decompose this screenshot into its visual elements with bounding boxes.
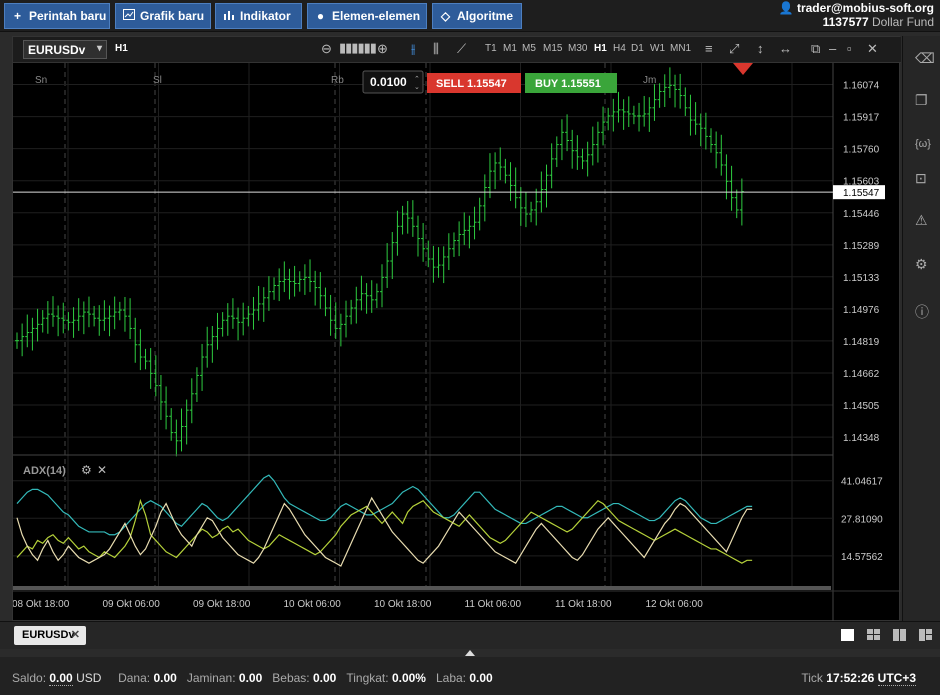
plus-di-line (16, 474, 753, 536)
account-summary: Saldo: 0.00 USD Dana: 0.00 Jaminan: 0.00… (12, 671, 493, 686)
close-icon[interactable]: ✕ (867, 41, 878, 57)
timezone-select[interactable]: UTC+3 (877, 671, 916, 686)
chart-tab-bar: EURUSDv ✕ (0, 621, 940, 649)
zoom-slider[interactable]: ▮▮▮▮▮▮ (339, 40, 377, 56)
symbol-select[interactable]: EURUSDv ▾ (23, 40, 107, 59)
time-tick-label: 10 Okt 18:00 (374, 599, 432, 610)
autoscroll-icon[interactable]: ⤢ (729, 41, 739, 57)
time-tick-label: 09 Okt 18:00 (193, 599, 251, 610)
copy-icon[interactable]: ❐ (915, 92, 928, 109)
tab-timeframe-h4[interactable]: H4 (613, 43, 626, 54)
price-tick-label: 1.14348 (843, 433, 880, 444)
time-tick-label: 11 Okt 18:00 (555, 599, 612, 610)
gear-icon[interactable]: ⚙ (915, 256, 928, 273)
time-tick-label: 12 Okt 06:00 (646, 599, 704, 610)
price-tick-label: 1.14505 (843, 401, 880, 412)
period-label: H1 (115, 43, 128, 54)
minimize-icon[interactable]: – (829, 41, 836, 56)
diamond-icon: ◇ (440, 9, 451, 23)
zoom-out-icon[interactable]: ⊖ (321, 41, 332, 57)
lot-value: 0.0100 (370, 75, 407, 89)
price-tick-label: 1.14662 (843, 369, 880, 380)
time-tick-label: 08 Okt 18:00 (13, 599, 70, 610)
indicator-tick-label: 27.81090 (841, 514, 883, 525)
line-chart-type-icon[interactable]: ⟋ (457, 41, 466, 57)
lot-up-icon: ⌃ (414, 75, 420, 83)
warning-icon[interactable]: ⚠ (915, 212, 928, 229)
script-icon[interactable]: {ω} (915, 138, 931, 150)
bars-icon (222, 9, 235, 23)
tab-timeframe-mn1[interactable]: MN1 (670, 43, 691, 54)
indicator-menu-icon[interactable]: ≡ (705, 41, 713, 56)
price-tick-label: 1.15289 (843, 241, 880, 252)
elements-button[interactable]: ● Elemen-elemen (307, 3, 427, 29)
expand-panel-icon[interactable] (465, 650, 475, 656)
price-tick-label: 1.14976 (843, 305, 880, 316)
top-toolbar: + Perintah baru Grafik baru Indikator ● El… (0, 0, 940, 32)
sell-button-label: SELL 1.15547 (436, 78, 507, 90)
indicator-name: ADX(14) (23, 465, 66, 477)
zoom-in-icon[interactable]: ⊕ (377, 41, 388, 57)
price-tick-label: 1.15133 (843, 273, 880, 284)
indicator-button[interactable]: Indikator (215, 3, 302, 29)
maximize-icon[interactable]: ▫ (847, 41, 852, 56)
tab-timeframe-t1[interactable]: T1 (485, 43, 497, 54)
bar-chart-type-icon[interactable]: ⫲ (411, 41, 415, 57)
last-bar-marker-icon (733, 63, 753, 75)
time-tick-label: 10 Okt 06:00 (284, 599, 342, 610)
info-icon[interactable]: ⓘ (915, 302, 929, 322)
terminal-icon[interactable]: ⊡ (915, 170, 927, 187)
right-sidebar: ⌫ ❐ {ω} ⊡ ⚠ ⚙ ⓘ (902, 36, 940, 621)
tab-timeframe-m5[interactable]: M5 (522, 43, 536, 54)
server-clock: Tick 17:52:26 UTC+3 (801, 671, 916, 686)
indicator-tick-label: 14.57562 (841, 552, 883, 563)
horizontal-scale-icon[interactable]: ↔ (779, 41, 792, 56)
plus-icon: + (13, 9, 21, 23)
price-tick-label: 1.15760 (843, 145, 880, 156)
algorithm-button[interactable]: ◇ Algoritme (432, 3, 522, 29)
balance-value: 0.00 (49, 671, 73, 686)
current-price-label: 1.15547 (843, 188, 880, 199)
new-chart-button[interactable]: Grafik baru (115, 3, 211, 29)
time-tick-label: 09 Okt 06:00 (103, 599, 161, 610)
tab-timeframe-w1[interactable]: W1 (650, 43, 665, 54)
lot-down-icon: ⌄ (414, 84, 420, 91)
tab-timeframe-m15[interactable]: M15 (543, 43, 562, 54)
eraser-icon[interactable]: ⌫ (915, 50, 935, 67)
tab-timeframe-m30[interactable]: M30 (568, 43, 587, 54)
minus-di-line (16, 498, 753, 564)
status-bar: Saldo: 0.00 USD Dana: 0.00 Jaminan: 0.00… (0, 657, 940, 695)
tab-eurusdv[interactable]: EURUSDv ✕ (14, 626, 86, 645)
indicator-tick-label: 41.04617 (841, 477, 883, 488)
chevron-down-icon: ▾ (96, 43, 102, 54)
price-tick-label: 1.15446 (843, 209, 880, 220)
new-order-button[interactable]: + Perintah baru (4, 3, 110, 29)
indicator-settings-icon: ⚙ (81, 463, 92, 477)
elements-icon: ● (316, 9, 325, 23)
tab-timeframe-d1[interactable]: D1 (631, 43, 644, 54)
price-tick-label: 1.15917 (843, 113, 880, 124)
layout-grid-icon[interactable] (866, 628, 882, 642)
buy-button-label: BUY 1.15551 (535, 78, 601, 90)
candle-chart-type-icon[interactable]: ⫼ (433, 41, 439, 57)
tab-timeframe-h1[interactable]: H1 (594, 43, 607, 54)
close-tab-icon[interactable]: ✕ (71, 628, 80, 641)
account-info[interactable]: 👤 trader@mobius-soft.org 1137577 Dollar … (779, 1, 934, 29)
chart-icon (122, 9, 135, 23)
user-icon: 👤 (778, 1, 794, 15)
chart-window: EURUSDv ▾ H1 ⊖ ▮▮▮▮▮▮ ⊕ ⫲ ⫼ ⟋ T1 M1 M5 M15 M3… (12, 36, 901, 622)
layout-columns-icon[interactable] (892, 628, 908, 642)
tab-timeframe-m1[interactable]: M1 (503, 43, 517, 54)
time-tick-label: 11 Okt 06:00 (465, 599, 522, 610)
horizontal-scrollbar[interactable] (13, 586, 831, 590)
indicator-close-icon: ✕ (97, 463, 107, 477)
price-tick-label: 1.16074 (843, 81, 880, 92)
detach-icon[interactable]: ⧉ (811, 41, 820, 57)
price-tick-label: 1.14819 (843, 337, 880, 348)
chart-toolbar: EURUSDv ▾ H1 ⊖ ▮▮▮▮▮▮ ⊕ ⫲ ⫼ ⟋ T1 M1 M5 M15 M3… (13, 37, 901, 63)
layout-single-icon[interactable] (840, 628, 856, 642)
chart-plot[interactable]: Sn Sl Rb Jm1.160741.159171.157601.156031.15… (13, 63, 901, 622)
vertical-scale-icon[interactable]: ↕ (757, 41, 764, 56)
layout-split-icon[interactable] (918, 628, 934, 642)
